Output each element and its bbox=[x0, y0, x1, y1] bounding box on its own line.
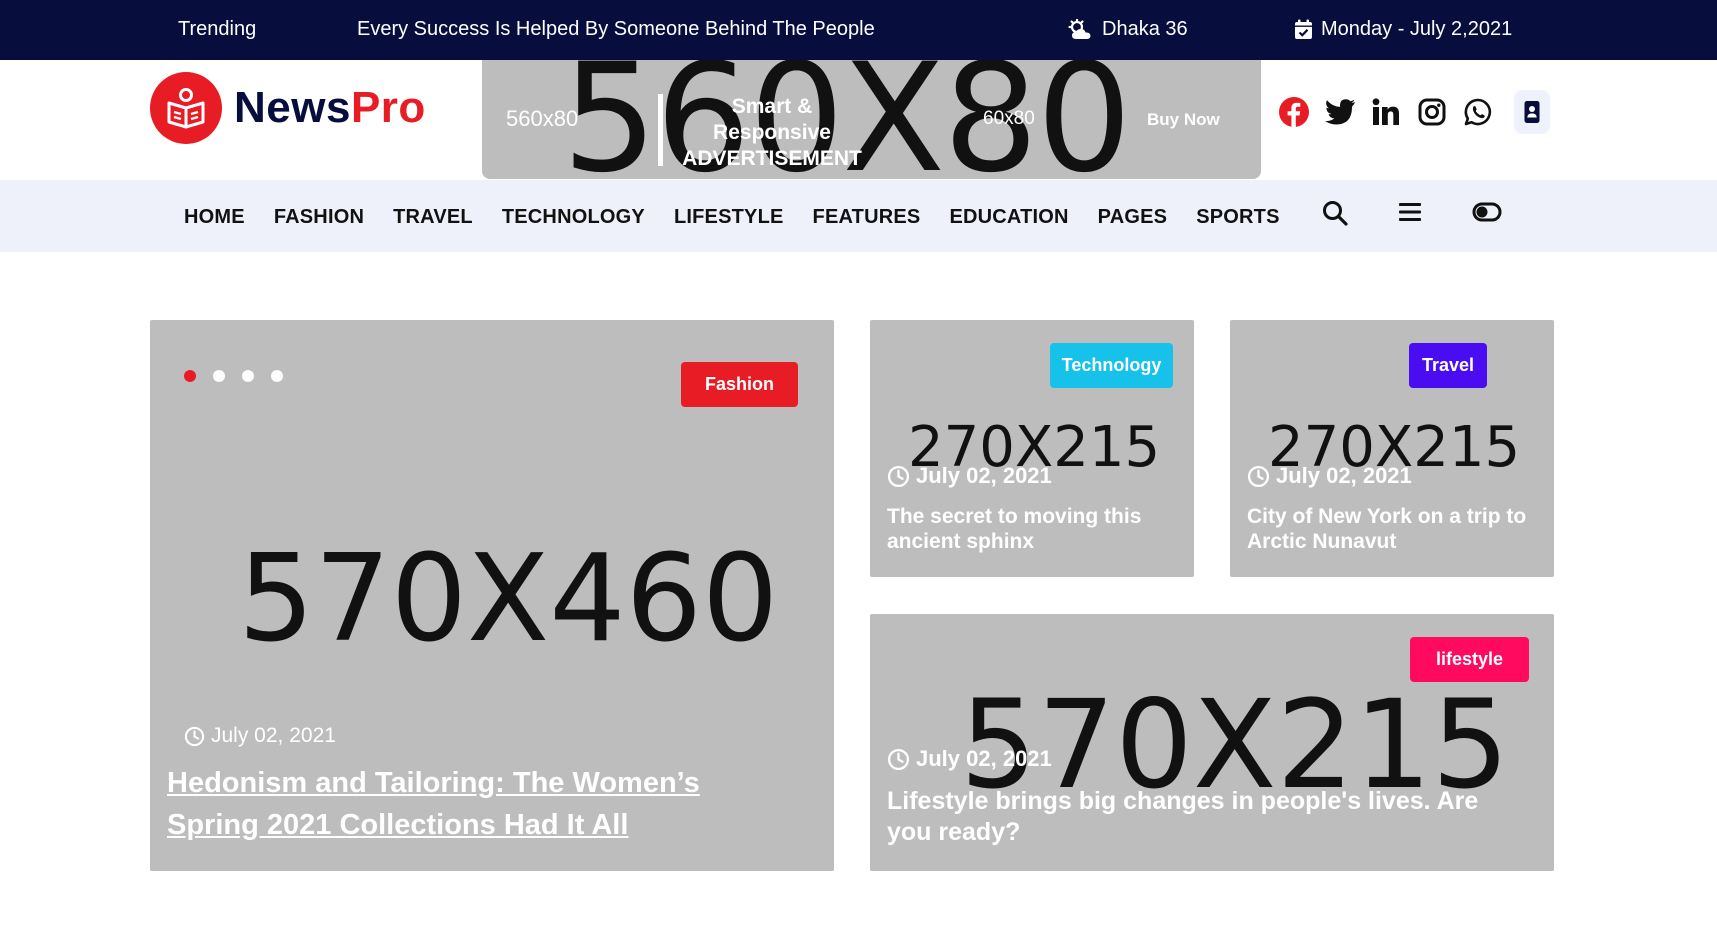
date-text: Monday - July 2,2021 bbox=[1321, 18, 1513, 40]
ad-size-label: 560x80 bbox=[506, 106, 579, 131]
category-badge-lifestyle[interactable]: lifestyle bbox=[1410, 637, 1529, 682]
main-navigation: HOME FASHION TRAVEL TECHNOLOGY LIFESTYLE… bbox=[0, 180, 1717, 252]
category-badge-travel[interactable]: Travel bbox=[1409, 343, 1487, 388]
top-bar: Trending Every Success Is Helped By Some… bbox=[0, 0, 1717, 60]
nav-item-features[interactable]: FEATURES bbox=[813, 206, 921, 229]
ad-separator bbox=[658, 94, 663, 166]
post-title[interactable]: The secret to moving this ancient sphinx bbox=[887, 504, 1177, 554]
date-widget: Monday - July 2,2021 bbox=[1294, 18, 1512, 41]
weather-icon bbox=[1068, 18, 1091, 39]
post-card-lifestyle[interactable]: 570X215 lifestyle July 02, 2021 Lifestyl… bbox=[870, 614, 1554, 871]
contact-button[interactable] bbox=[1514, 90, 1550, 134]
post-date-text: July 02, 2021 bbox=[916, 746, 1052, 771]
nav-item-education[interactable]: EDUCATION bbox=[949, 206, 1068, 229]
post-date-text: July 02, 2021 bbox=[916, 463, 1052, 488]
weather-widget: Dhaka 36 bbox=[1068, 18, 1188, 41]
menu-button[interactable] bbox=[1398, 200, 1422, 229]
nav-item-fashion[interactable]: FASHION bbox=[274, 206, 364, 229]
nav-menu: HOME FASHION TRAVEL TECHNOLOGY LIFESTYLE… bbox=[184, 206, 1309, 229]
slider-dots bbox=[184, 370, 283, 382]
nav-item-travel[interactable]: TRAVEL bbox=[393, 206, 473, 229]
twitter-icon[interactable] bbox=[1324, 96, 1356, 128]
calendar-icon bbox=[1295, 19, 1312, 39]
ad-buy-now-button[interactable]: Buy Now bbox=[1147, 110, 1220, 130]
post-date: July 02, 2021 bbox=[184, 724, 336, 748]
menu-icon bbox=[1399, 203, 1421, 221]
post-date-text: July 02, 2021 bbox=[211, 724, 336, 747]
slider-dot[interactable] bbox=[184, 370, 196, 382]
post-date: July 02, 2021 bbox=[887, 746, 1052, 772]
post-date: July 02, 2021 bbox=[887, 463, 1052, 489]
nav-item-technology[interactable]: TECHNOLOGY bbox=[502, 206, 645, 229]
nav-item-home[interactable]: HOME bbox=[184, 206, 245, 229]
clock-icon bbox=[887, 465, 910, 487]
search-icon bbox=[1323, 201, 1348, 226]
whatsapp-icon[interactable] bbox=[1462, 96, 1494, 128]
contact-icon bbox=[1524, 101, 1540, 123]
logo-news: News bbox=[234, 83, 351, 132]
post-title[interactable]: City of New York on a trip to Arctic Nun… bbox=[1247, 504, 1542, 554]
clock-icon bbox=[1247, 465, 1270, 487]
weather-text: Dhaka 36 bbox=[1102, 18, 1188, 40]
post-date: July 02, 2021 bbox=[1247, 463, 1412, 489]
ad-title-line2: ADVERTISEMENT bbox=[682, 147, 862, 170]
site-header: NewsPro 560X80 560x80 Smart & Responsive… bbox=[0, 60, 1717, 180]
post-card-technology[interactable]: 270X215 Technology July 02, 2021 The sec… bbox=[870, 320, 1194, 577]
clock-icon bbox=[184, 726, 205, 746]
site-logo[interactable]: NewsPro bbox=[150, 72, 426, 144]
post-date-text: July 02, 2021 bbox=[1276, 463, 1412, 488]
slider-dot[interactable] bbox=[242, 370, 254, 382]
post-card-travel[interactable]: 270X215 Travel July 02, 2021 City of New… bbox=[1230, 320, 1554, 577]
trending-headline[interactable]: Every Success Is Helped By Someone Behin… bbox=[357, 18, 875, 41]
category-badge-technology[interactable]: Technology bbox=[1050, 343, 1173, 388]
ad-size-label-2: 60x80 bbox=[983, 108, 1035, 129]
ad-title: Smart & Responsive ADVERTISEMENT bbox=[672, 94, 872, 172]
clock-icon bbox=[887, 748, 910, 770]
instagram-icon[interactable] bbox=[1416, 96, 1448, 128]
post-title[interactable]: Lifestyle brings big changes in people's… bbox=[887, 786, 1527, 848]
facebook-icon[interactable] bbox=[1278, 96, 1310, 128]
ad-title-line1: Smart & Responsive bbox=[713, 95, 831, 144]
search-button[interactable] bbox=[1322, 200, 1348, 231]
nav-item-lifestyle[interactable]: LIFESTYLE bbox=[674, 206, 784, 229]
logo-badge bbox=[150, 72, 222, 144]
logo-text: NewsPro bbox=[234, 83, 426, 133]
theme-toggle[interactable] bbox=[1472, 200, 1502, 229]
header-advertisement[interactable]: 560X80 560x80 Smart & Responsive ADVERTI… bbox=[482, 60, 1261, 179]
nav-item-pages[interactable]: PAGES bbox=[1098, 206, 1168, 229]
book-icon bbox=[167, 88, 205, 129]
social-links bbox=[1278, 90, 1550, 134]
linkedin-icon[interactable] bbox=[1370, 96, 1402, 128]
toggle-icon bbox=[1472, 202, 1502, 222]
image-placeholder: 570X460 bbox=[238, 530, 779, 669]
slider-dot[interactable] bbox=[271, 370, 283, 382]
featured-slider-card[interactable]: 570X460 Fashion July 02, 2021 Hedonism a… bbox=[150, 320, 834, 871]
category-badge-fashion[interactable]: Fashion bbox=[681, 362, 798, 407]
slider-dot[interactable] bbox=[213, 370, 225, 382]
logo-pro: Pro bbox=[350, 83, 426, 132]
trending-label: Trending bbox=[178, 18, 257, 40]
nav-item-sports[interactable]: SPORTS bbox=[1196, 206, 1279, 229]
featured-post-title[interactable]: Hedonism and Tailoring: The Women’s Spri… bbox=[167, 762, 767, 846]
